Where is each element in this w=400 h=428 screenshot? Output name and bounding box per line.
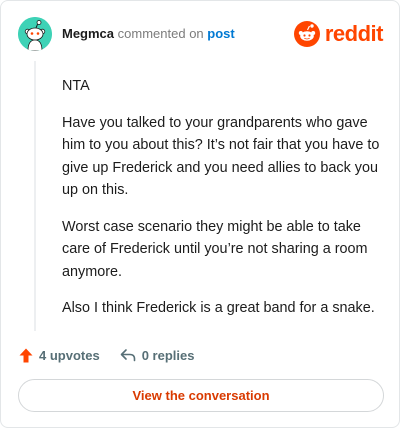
view-conversation-button[interactable]: View the conversation [18, 379, 384, 412]
reddit-logo-icon [293, 21, 320, 47]
comment-embed-card: Megmca commented on post reddit NTA Have… [0, 0, 400, 428]
comment-paragraph: Also I think Frederick is a great band f… [62, 300, 375, 316]
comment-paragraph: Have you talked to your grandparents who… [62, 114, 380, 199]
action-text: commented on [117, 26, 204, 41]
user-avatar[interactable] [18, 17, 52, 51]
snoo-avatar-icon [18, 17, 52, 51]
brand-wordmark: reddit [324, 21, 384, 46]
username[interactable]: Megmca [62, 26, 114, 41]
post-link[interactable]: post [207, 26, 234, 41]
comment-header: Megmca commented on post [62, 26, 235, 42]
comment-body: NTA Have you talked to your grandparents… [62, 75, 380, 334]
comment-footer: 4 upvotes 0 replies [19, 345, 194, 365]
thread-line [34, 61, 36, 331]
upvote-arrow-icon [19, 348, 33, 362]
reply-count: 0 replies [141, 347, 195, 363]
upvote-count: 4 upvotes [39, 347, 100, 363]
comment-paragraph: NTA [62, 78, 90, 94]
reddit-brand[interactable]: reddit [293, 21, 384, 47]
replies[interactable]: 0 replies [120, 347, 195, 363]
comment-paragraph: Worst case scenario they might be able t… [62, 218, 368, 280]
upvotes[interactable]: 4 upvotes [19, 348, 100, 363]
reply-arrow-icon [120, 349, 135, 362]
